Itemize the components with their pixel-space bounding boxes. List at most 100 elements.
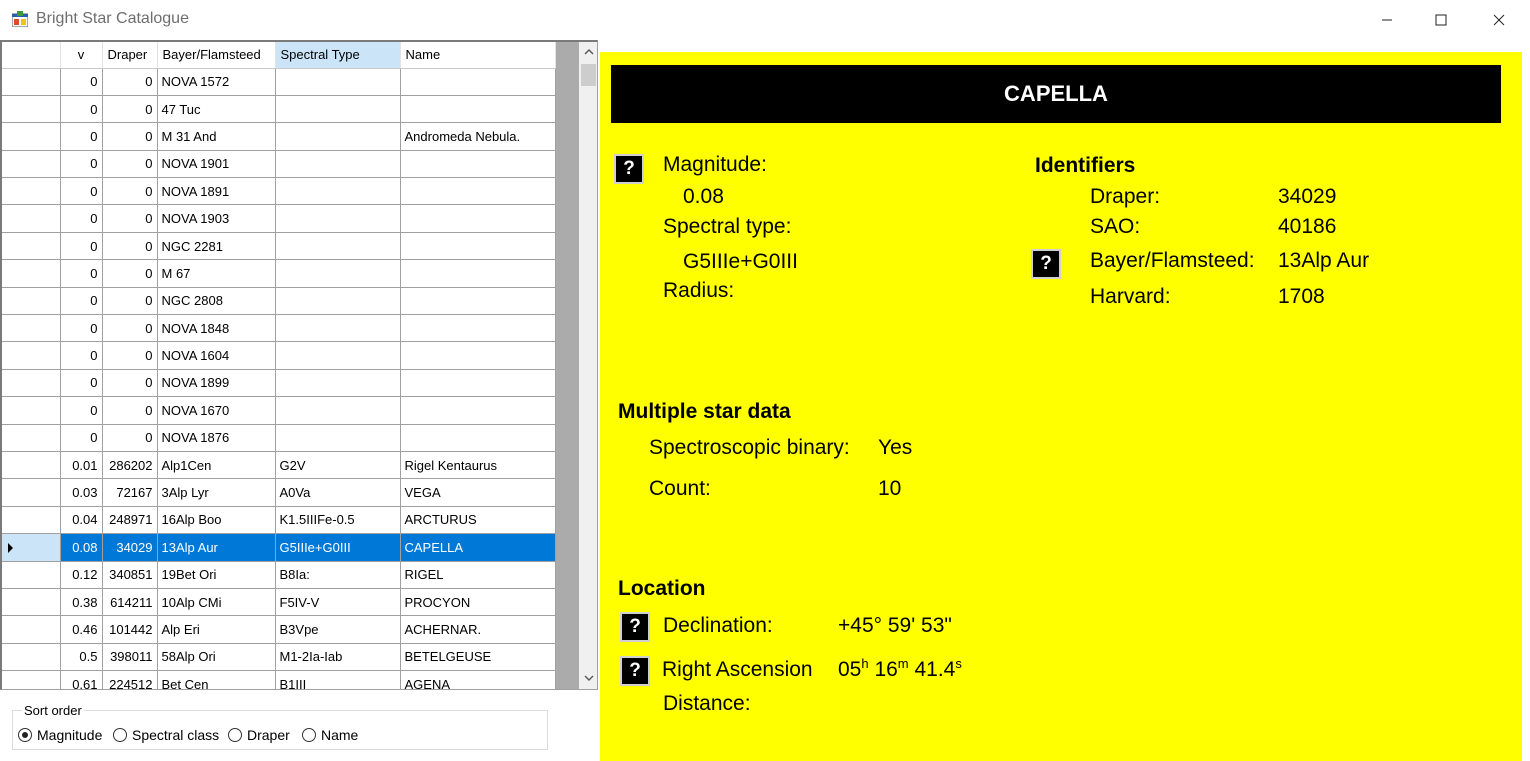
right-ascension-help-button[interactable]: ? <box>620 656 650 686</box>
cell-spectral[interactable] <box>275 122 401 151</box>
row-header[interactable] <box>2 204 61 233</box>
cell-draper[interactable]: 72167 <box>102 478 158 507</box>
cell-spectral[interactable]: B1III <box>275 670 401 689</box>
cell-draper[interactable]: 0 <box>102 122 158 151</box>
row-header[interactable] <box>2 396 61 425</box>
cell-v[interactable]: 0 <box>60 287 103 316</box>
cell-spectral[interactable]: F5IV-V <box>275 588 401 617</box>
minimize-button[interactable] <box>1364 0 1410 40</box>
cell-spectral[interactable]: G5IIIe+G0III <box>275 533 401 562</box>
sort-radio-spectral[interactable]: Spectral class <box>113 727 219 743</box>
cell-bayer[interactable]: NOVA 1604 <box>157 341 276 370</box>
cell-bayer[interactable]: 47 Tuc <box>157 95 276 124</box>
cell-name[interactable] <box>400 424 556 452</box>
cell-name[interactable]: RIGEL <box>400 561 556 589</box>
cell-spectral[interactable] <box>275 341 401 370</box>
cell-bayer[interactable]: NOVA 1903 <box>157 204 276 233</box>
cell-draper[interactable]: 286202 <box>102 451 158 480</box>
row-header[interactable] <box>2 232 61 261</box>
cell-name[interactable]: Andromeda Nebula. <box>400 122 556 151</box>
cell-spectral[interactable] <box>275 314 401 343</box>
sort-radio-magnitude[interactable]: Magnitude <box>18 727 102 743</box>
cell-bayer[interactable]: NOVA 1899 <box>157 369 276 398</box>
row-header[interactable] <box>2 341 61 370</box>
cell-draper[interactable]: 0 <box>102 95 158 124</box>
magnitude-help-button[interactable]: ? <box>614 154 644 184</box>
cell-name[interactable] <box>400 314 556 343</box>
cell-v[interactable]: 0.12 <box>60 561 103 589</box>
star-grid[interactable]: v Draper Bayer/Flamsteed Spectral Type N… <box>0 40 598 690</box>
cell-v[interactable]: 0 <box>60 150 103 179</box>
table-row[interactable]: 0 0 NOVA 1901 <box>2 150 556 179</box>
table-row[interactable]: 0 0 NOVA 1604 <box>2 341 556 370</box>
row-header[interactable] <box>2 122 61 151</box>
row-header[interactable] <box>2 259 61 288</box>
cell-draper[interactable]: 398011 <box>102 643 158 672</box>
col-header-draper[interactable]: Draper <box>102 42 158 69</box>
cell-draper[interactable]: 0 <box>102 314 158 343</box>
cell-bayer[interactable]: 3Alp Lyr <box>157 478 276 507</box>
cell-spectral[interactable] <box>275 424 401 452</box>
cell-name[interactable] <box>400 369 556 398</box>
cell-draper[interactable]: 0 <box>102 150 158 179</box>
cell-name[interactable] <box>400 177 556 206</box>
cell-name[interactable] <box>400 150 556 179</box>
cell-spectral[interactable] <box>275 150 401 179</box>
cell-spectral[interactable] <box>275 95 401 124</box>
cell-draper[interactable]: 0 <box>102 341 158 370</box>
row-header[interactable] <box>2 451 61 480</box>
sort-radio-name[interactable]: Name <box>302 727 358 743</box>
cell-name[interactable] <box>400 259 556 288</box>
cell-spectral[interactable] <box>275 68 401 96</box>
cell-name[interactable]: Rigel Kentaurus <box>400 451 556 480</box>
cell-spectral[interactable] <box>275 232 401 261</box>
cell-bayer[interactable]: 16Alp Boo <box>157 506 276 535</box>
cell-bayer[interactable]: Alp1Cen <box>157 451 276 480</box>
cell-spectral[interactable]: G2V <box>275 451 401 480</box>
cell-v[interactable]: 0 <box>60 424 103 452</box>
cell-bayer[interactable]: NOVA 1876 <box>157 424 276 452</box>
cell-v[interactable]: 0 <box>60 369 103 398</box>
cell-spectral[interactable] <box>275 204 401 233</box>
cell-bayer[interactable]: 58Alp Ori <box>157 643 276 672</box>
row-header[interactable] <box>2 68 61 96</box>
table-row[interactable]: 0 0 NOVA 1876 <box>2 424 556 452</box>
row-header[interactable] <box>2 424 61 452</box>
cell-name[interactable] <box>400 95 556 124</box>
cell-bayer[interactable]: NGC 2281 <box>157 232 276 261</box>
cell-v[interactable]: 0 <box>60 68 103 96</box>
cell-v[interactable]: 0.04 <box>60 506 103 535</box>
table-row[interactable]: 0.38 614211 10Alp CMi F5IV-V PROCYON <box>2 588 556 617</box>
cell-spectral[interactable] <box>275 396 401 425</box>
col-header-bayer[interactable]: Bayer/Flamsteed <box>157 42 276 69</box>
cell-name[interactable]: CAPELLA <box>400 533 556 562</box>
cell-spectral[interactable] <box>275 369 401 398</box>
cell-spectral[interactable] <box>275 287 401 316</box>
cell-bayer[interactable]: NOVA 1670 <box>157 396 276 425</box>
row-header[interactable] <box>2 615 61 644</box>
cell-v[interactable]: 0.46 <box>60 615 103 644</box>
cell-name[interactable]: AGENA <box>400 670 556 689</box>
cell-bayer[interactable]: M 31 And <box>157 122 276 151</box>
cell-v[interactable]: 0 <box>60 177 103 206</box>
row-header[interactable] <box>2 643 61 672</box>
row-header[interactable] <box>2 478 61 507</box>
table-row[interactable]: 0 0 NOVA 1848 <box>2 314 556 343</box>
cell-draper[interactable]: 0 <box>102 287 158 316</box>
row-header[interactable] <box>2 533 61 562</box>
row-header[interactable] <box>2 150 61 179</box>
cell-bayer[interactable]: NOVA 1848 <box>157 314 276 343</box>
cell-name[interactable] <box>400 287 556 316</box>
cell-draper[interactable]: 0 <box>102 204 158 233</box>
table-row[interactable]: 0 0 47 Tuc <box>2 95 556 124</box>
cell-v[interactable]: 0 <box>60 232 103 261</box>
cell-draper[interactable]: 614211 <box>102 588 158 617</box>
cell-name[interactable] <box>400 204 556 233</box>
table-row[interactable]: 0 0 NOVA 1572 <box>2 68 556 96</box>
table-row[interactable]: 0 0 NGC 2281 <box>2 232 556 261</box>
table-row[interactable]: 0.04 248971 16Alp Boo K1.5IIIFe-0.5 ARCTURUS <box>2 506 556 535</box>
cell-v[interactable]: 0 <box>60 204 103 233</box>
cell-bayer[interactable]: 10Alp CMi <box>157 588 276 617</box>
table-row[interactable]: 0 0 NOVA 1899 <box>2 369 556 398</box>
cell-draper[interactable]: 0 <box>102 424 158 452</box>
